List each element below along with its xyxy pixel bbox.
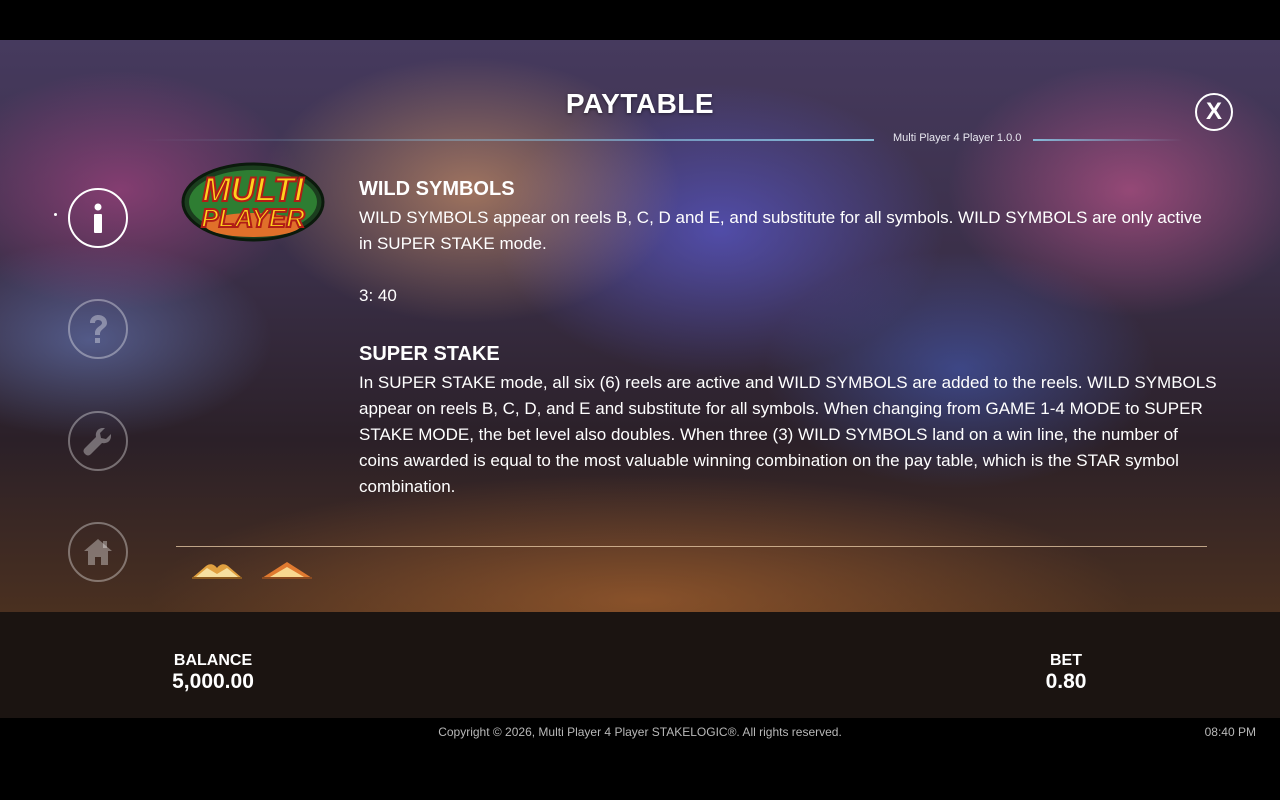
super-stake-title: SUPER STAKE [359, 343, 500, 365]
bet-value: 0.80 [1045, 670, 1087, 693]
active-indicator-dot [54, 213, 57, 216]
top-bar [0, 0, 1280, 40]
close-button[interactable]: X [1195, 93, 1233, 131]
status-bar: BALANCE 5,000.00 BET 0.80 [0, 612, 1280, 718]
svg-text:PLAYER: PLAYER [201, 203, 305, 233]
header-divider-right [1033, 139, 1183, 141]
clock: 08:40 PM [1204, 725, 1256, 739]
help-icon [90, 315, 107, 343]
balance-display: BALANCE 5,000.00 [150, 652, 276, 694]
close-icon: X [1205, 98, 1222, 125]
super-stake-description: In SUPER STAKE mode, all six (6) reels a… [359, 373, 1217, 496]
bet-label: BET [1050, 652, 1082, 669]
super-stake-section: SUPER STAKE In SUPER STAKE mode, all six… [359, 343, 1219, 500]
header-divider-left [140, 139, 874, 141]
nav-home-button[interactable] [68, 522, 128, 582]
page-indicator-1[interactable] [190, 560, 244, 580]
nav-help-button[interactable] [68, 299, 128, 359]
wild-symbols-section: WILD SYMBOLS WILD SYMBOLS appear on reel… [359, 178, 1219, 309]
info-icon [94, 203, 102, 233]
paytable-panel: PAYTABLE X Multi Player 4 Player 1.0.0 M… [0, 40, 1280, 612]
page-title: PAYTABLE [565, 88, 715, 119]
page-indicator-2[interactable] [260, 560, 314, 580]
copyright-text: Copyright © 2026, Multi Player 4 Player … [438, 725, 842, 739]
wild-symbols-description: WILD SYMBOLS appear on reels B, C, D and… [359, 208, 1202, 253]
footer: Copyright © 2026, Multi Player 4 Player … [0, 718, 1280, 800]
balance-value: 5,000.00 [172, 670, 254, 693]
version-label: Multi Player 4 Player 1.0.0 [893, 132, 1022, 144]
wild-symbols-title: WILD SYMBOLS [359, 178, 515, 200]
bet-display: BET 0.80 [1026, 652, 1106, 694]
home-icon [84, 539, 112, 565]
wild-symbols-payout: 3: 40 [359, 286, 397, 305]
balance-label: BALANCE [173, 652, 253, 669]
settings-icon [83, 428, 111, 456]
nav-info-button[interactable] [68, 188, 128, 248]
content-divider [176, 546, 1207, 547]
nav-settings-button[interactable] [68, 411, 128, 471]
multi-player-logo: MULTI PLAYER [181, 162, 325, 242]
